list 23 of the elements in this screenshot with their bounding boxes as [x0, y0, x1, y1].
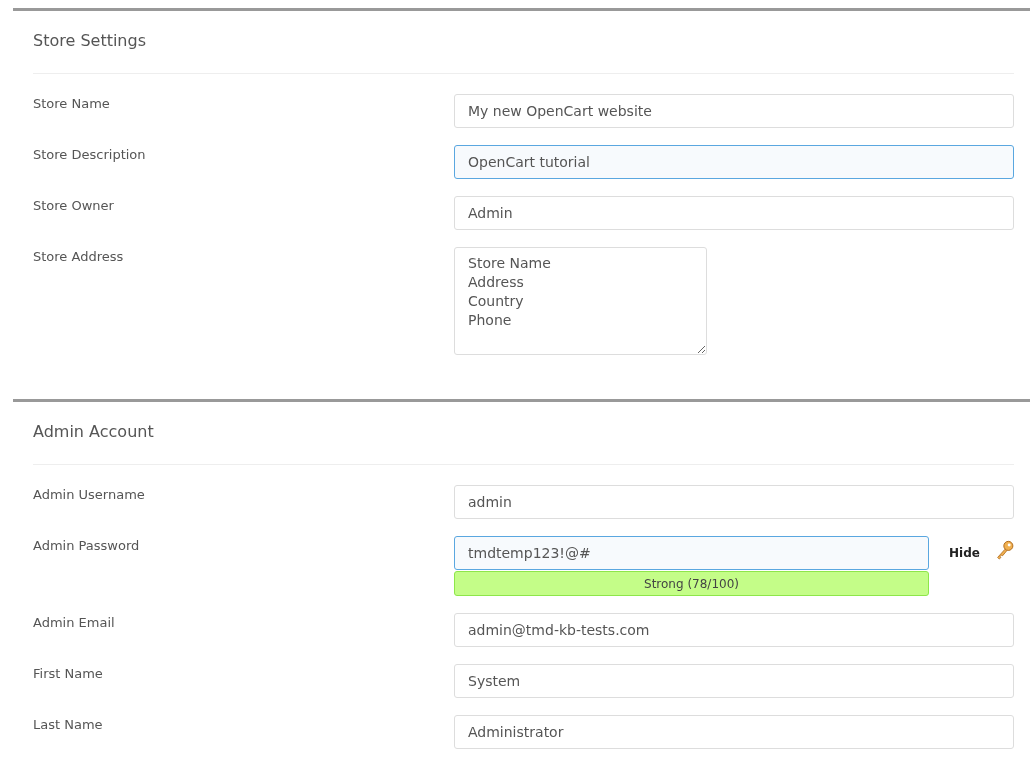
strength-meter: Strong (78/100) — [454, 571, 929, 596]
hide-link[interactable]: Hide — [949, 544, 980, 562]
field-label: First Name — [33, 665, 104, 683]
field-label: Admin Password — [33, 537, 141, 555]
text-field[interactable]: OpenCart tutorial — [454, 145, 1014, 179]
section-heading: Store Settings — [33, 11, 1014, 74]
address-field[interactable]: Store Name Address Country Phone — [454, 247, 707, 355]
password-field[interactable]: tmdtemp123!@# — [454, 536, 929, 570]
section-heading: Admin Account — [33, 402, 1014, 465]
text-field[interactable]: My new OpenCart website — [454, 94, 1014, 128]
field-label: Store Name — [33, 95, 111, 113]
field-label: Admin Username — [33, 486, 146, 504]
field-label: Store Address — [33, 248, 125, 266]
text-field[interactable]: Admin — [454, 196, 1014, 230]
field-label: Store Owner — [33, 197, 115, 215]
key-icon[interactable] — [995, 538, 1014, 562]
text-field[interactable]: admin — [454, 485, 1014, 519]
field-label: Last Name — [33, 716, 104, 734]
text-field[interactable]: admin@tmd-kb-tests.com — [454, 613, 1014, 647]
text-field[interactable]: Administrator — [454, 715, 1014, 749]
field-label: Admin Email — [33, 614, 116, 632]
text-field[interactable]: System — [454, 664, 1014, 698]
field-label: Store Description — [33, 146, 147, 164]
